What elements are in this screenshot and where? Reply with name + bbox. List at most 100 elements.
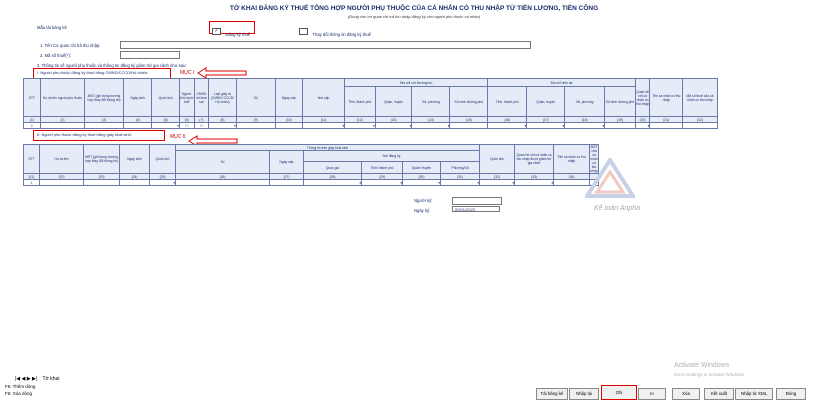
dang-ky-thue-checkbox[interactable]: ✓ (212, 28, 221, 36)
s1-h-mstcanhan: Mã số thuế của cá nhân có thu nhập (682, 78, 718, 117)
s2-cell[interactable] (119, 179, 150, 186)
s1-cell-checkbox[interactable]: ☐ (193, 122, 210, 129)
s2-h-ngaycap: Ngày cấp (269, 150, 304, 174)
s1-table-row: 1 ▾ ☐ ☐ ▾ ▾ ▾ ▾ ▾ ▾ ▾ ▾ ▾ (23, 122, 718, 129)
thay-doi-label: Thay đổi thông tin đăng ký thuế (312, 32, 371, 37)
s2-h-ngaysinh: Ngày sinh (119, 144, 150, 174)
s1-cell-dropdown[interactable]: ▾ (374, 122, 413, 129)
s1-h-tt-tinh: Tỉnh, thành phố (344, 86, 376, 117)
s2-h-quanhe: Quan hệ với cá nhân có thu nhập được giả… (514, 144, 555, 174)
s1-cell-dropdown[interactable]: ▾ (151, 122, 180, 129)
field2-label: 2. Mã số thuế(*): (40, 53, 71, 58)
s2-cell-dropdown[interactable]: ▾ (303, 179, 362, 186)
s1-h-quoctich: Quốc tịch (151, 78, 180, 117)
s1-cell-dropdown[interactable]: ▾ (564, 122, 606, 129)
ghi-button[interactable]: Ghi (601, 385, 637, 400)
tai-bang-ke-button[interactable]: Tải bảng kê (536, 388, 568, 400)
s1-cell-dropdown[interactable]: ▾ (301, 122, 346, 129)
in-button[interactable]: In (638, 388, 666, 400)
s1-h-ngaysinh: Ngày sinh (123, 78, 153, 117)
nhap-tu-xml-button[interactable]: Nhập từ XML (735, 388, 773, 400)
s2-cell-dropdown[interactable]: ▾ (479, 179, 516, 186)
s2-h-hoten: Họ và tên (39, 144, 84, 174)
s2-cell[interactable] (83, 179, 120, 186)
s2-h-quocgia: Quốc gia (303, 161, 362, 174)
dang-ky-thue-option[interactable]: ✓ Đăng ký thuế (212, 23, 250, 41)
s1-cell-dropdown[interactable]: ▾ (208, 122, 237, 129)
s1-h-so: Số (235, 78, 276, 117)
s1-cell-dropdown[interactable]: ▾ (526, 122, 566, 129)
s1-h-stt: STT (23, 78, 41, 117)
s2-cell[interactable] (269, 179, 304, 186)
s2-cell-dropdown[interactable]: ▾ (439, 179, 481, 186)
dang-ky-thue-label: Đăng ký thuế (225, 32, 251, 37)
s1-h-noicap: Nơi cấp (301, 78, 346, 117)
s1-cell-dropdown[interactable]: ▾ (634, 122, 651, 129)
s1-h-ht-tinh: Tỉnh, thành phố (487, 86, 528, 117)
s2-h-mst: MST (ghi trong trường hợp thay đổi thông… (83, 144, 120, 174)
dong-button[interactable]: Đóng (776, 388, 806, 400)
ma-so-thue-input[interactable] (120, 51, 180, 59)
nguoi-ky-label: Người ký: (414, 198, 433, 203)
s1-cell[interactable] (235, 122, 276, 129)
s1-h-ht-quan: Quận, huyện (526, 86, 566, 117)
s1-h-hoten: Họ và tên người phụ thuộc (39, 78, 86, 117)
s2-cell-dropdown[interactable]: ▾ (402, 179, 441, 186)
s2-h-quan: Quận/ Huyện (402, 161, 441, 174)
s1-cell[interactable] (123, 122, 153, 129)
ten-co-quan-input[interactable] (120, 41, 531, 49)
activate-windows-sub: Go to Settings to activate Windows. (674, 372, 746, 377)
thay-doi-option[interactable]: Thay đổi thông tin đăng ký thuế (299, 23, 371, 41)
s1-h-tencanhan: Tên cá nhân có thu nhập (649, 78, 684, 117)
s1-cell-dropdown[interactable]: ▾ (487, 122, 528, 129)
s1-cell-dropdown[interactable]: ▾ (411, 122, 451, 129)
s2-cell-dropdown[interactable]: ▾ (361, 179, 403, 186)
section2-table: STT Họ và tên MST (ghi trong trường hợp … (23, 144, 600, 186)
s1-cell[interactable] (649, 122, 684, 129)
sheet-nav[interactable]: |◀ ◀ ▶ ▶| Tờ khai (15, 376, 59, 382)
xoa-button[interactable]: Xóa (672, 388, 700, 400)
nhap-lai-button[interactable]: Nhập lại (569, 388, 599, 400)
s2-cell[interactable] (175, 179, 270, 186)
ngay-ky-label: Ngày ký: (414, 208, 431, 213)
s2-h-so: Số (175, 150, 270, 174)
s1-h-ht-xa: Xã, phường (564, 86, 606, 117)
form-subtitle: (Dùng cho cơ quan chi trả thu nhập đăng … (347, 14, 481, 19)
s2-h-tinh: Tỉnh/ thành phố (361, 161, 403, 174)
s1-h-tt-quan: Quận, huyện (374, 86, 413, 117)
watermark-text: Kế toán Anpha (594, 205, 641, 212)
s1-cell-checkbox[interactable]: ☐ (178, 122, 195, 129)
s2-cell[interactable] (39, 179, 84, 186)
ket-xuat-button[interactable]: Kết xuất (704, 388, 734, 400)
s1-cell-dropdown[interactable]: ▾ (344, 122, 376, 129)
s1-cell[interactable] (84, 122, 125, 129)
s2-table-row: 1 ▾ ▾ ▾ ▾ ▾ ▾ ▾ (23, 179, 600, 186)
s1-cell[interactable] (604, 122, 636, 129)
section1-table: STT Họ và tên người phụ thuộc MST (ghi t… (23, 78, 718, 129)
thay-doi-checkbox[interactable] (299, 28, 308, 36)
s1-cell[interactable] (39, 122, 86, 129)
nguoi-ky-input[interactable] (452, 197, 502, 205)
section2-annotation: MỤC II (170, 134, 186, 140)
sheet-tab[interactable]: Tờ khai (43, 376, 60, 382)
s2-h-quoctich2: Quốc tịch (479, 144, 516, 174)
s2-h-quoctich: Quốc tịch (149, 144, 176, 174)
sheet-nav-arrows[interactable]: |◀ ◀ ▶ ▶| (15, 376, 37, 382)
s1-cell[interactable] (682, 122, 718, 129)
s2-h-noidangky-group: Nơi đăng ký (302, 150, 481, 162)
field1-label: 1. Tên Cơ quan chi trả thu nhập: (40, 43, 101, 48)
ngay-ky-input[interactable]: 02/01/2023 (452, 206, 500, 212)
section2-label-text: II. Người phụ thuộc đăng ký thuế bằng gi… (37, 132, 132, 137)
s2-row-stt: 1 (23, 179, 40, 186)
s1-cell[interactable] (274, 122, 303, 129)
s2-cell-dropdown[interactable]: ▾ (514, 179, 555, 186)
s2-cell-dropdown[interactable]: ▾ (149, 179, 176, 186)
s1-h-tt-sonha: Số nhà/ đường phố (449, 86, 489, 117)
section1-annotation: MỤC I (180, 70, 195, 76)
s1-cell[interactable] (449, 122, 489, 129)
section2-label: II. Người phụ thuộc đăng ký thuế bằng gi… (33, 130, 165, 141)
s1-h-quanhe: Quan hệ với cá nhân có thu nhập (634, 78, 651, 117)
s2-h-stt: STT (23, 144, 40, 174)
anpha-logo (585, 158, 635, 198)
s1-row-stt: 1 (23, 122, 41, 129)
